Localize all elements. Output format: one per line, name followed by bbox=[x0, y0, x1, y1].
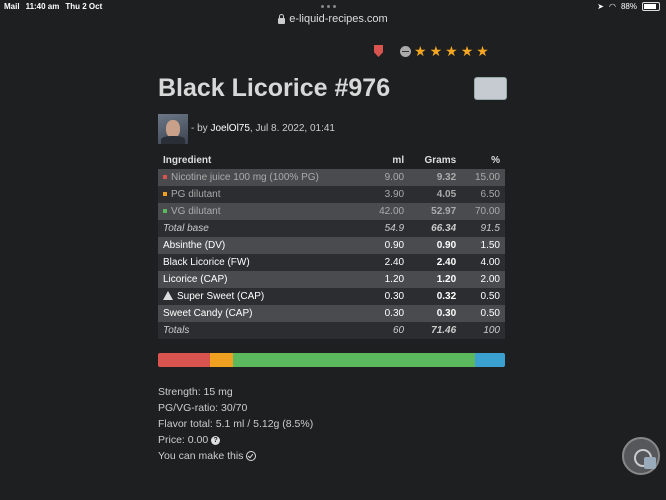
ingredient-name: PG dilutant bbox=[171, 189, 221, 200]
star-icon[interactable]: ★ bbox=[445, 44, 458, 58]
ingredient-pct: 70.00 bbox=[474, 206, 500, 217]
header-ingredient: Ingredient bbox=[163, 155, 212, 166]
ingredient-grams: 66.34 bbox=[431, 223, 457, 234]
url-text: e-liquid-recipes.com bbox=[289, 13, 388, 25]
ingredient-name: VG dilutant bbox=[171, 206, 221, 217]
ingredient-ml: 2.40 bbox=[384, 257, 405, 268]
minus-circle-icon[interactable] bbox=[400, 45, 411, 57]
flavor-name[interactable]: Sweet Candy (CAP) bbox=[158, 305, 365, 322]
recipe-actions: ★ ★ ★ ★ ★ bbox=[374, 44, 489, 58]
flavor-name[interactable]: Licorice (CAP) bbox=[158, 271, 365, 288]
address-bar[interactable]: e-liquid-recipes.com bbox=[0, 10, 666, 28]
table-row: Sweet Candy (CAP) 0.30 0.30 0.50 bbox=[158, 305, 505, 322]
strength-text: Strength: 15 mg bbox=[158, 386, 233, 398]
vg-color-icon bbox=[163, 209, 167, 214]
nicotine-color-icon bbox=[163, 175, 167, 180]
ingredient-grams: 52.97 bbox=[431, 206, 457, 217]
ingredient-name: Total base bbox=[163, 223, 209, 234]
ingredient-ml: 9.00 bbox=[384, 172, 405, 183]
star-icon[interactable]: ★ bbox=[430, 44, 443, 58]
ingredient-ml: 60 bbox=[392, 325, 405, 336]
composition-segment-nicotine bbox=[158, 353, 211, 367]
ingredients-table: Ingredient ml Grams % Nicotine juice 100… bbox=[158, 152, 505, 339]
table-row: VG dilutant 42.00 52.97 70.00 bbox=[158, 203, 505, 220]
composition-bar bbox=[158, 353, 505, 367]
flavor-name[interactable]: Super Sweet (CAP) bbox=[177, 291, 264, 302]
lock-icon bbox=[278, 13, 286, 24]
byline: - by JoelOl75, Jul 8. 2022, 01:41 bbox=[191, 123, 335, 134]
ingredient-grams: 71.46 bbox=[431, 325, 457, 336]
ingredient-name: Nicotine juice 100 mg (100% PG) bbox=[171, 172, 319, 183]
ingredient-pct: 91.5 bbox=[480, 223, 500, 234]
ingredient-pct: 100 bbox=[483, 325, 500, 336]
table-header-row: Ingredient ml Grams % bbox=[158, 152, 505, 169]
ingredient-grams: 4.05 bbox=[436, 189, 457, 200]
ingredient-ml: 42.00 bbox=[379, 206, 405, 217]
ingredient-grams: 0.30 bbox=[436, 308, 457, 319]
author-link[interactable]: JoelOl75 bbox=[210, 123, 249, 134]
check-circle-icon bbox=[246, 451, 257, 462]
table-row: Nicotine juice 100 mg (100% PG) 9.00 9.3… bbox=[158, 169, 505, 186]
byline-prefix: - by bbox=[191, 123, 208, 134]
table-row: Super Sweet (CAP) 0.30 0.32 0.50 bbox=[158, 288, 505, 305]
table-row: Absinthe (DV) 0.90 0.90 1.50 bbox=[158, 237, 505, 254]
ingredient-name: Totals bbox=[163, 325, 190, 336]
star-icon[interactable]: ★ bbox=[461, 44, 474, 58]
table-row: PG dilutant 3.90 4.05 6.50 bbox=[158, 186, 505, 203]
composition-segment-vg bbox=[232, 353, 476, 367]
help-icon[interactable]: ? bbox=[211, 435, 221, 445]
ingredient-grams: 0.90 bbox=[436, 240, 457, 251]
action-button[interactable] bbox=[474, 77, 507, 100]
ingredient-ml: 3.90 bbox=[384, 189, 405, 200]
flavor-name[interactable]: Absinthe (DV) bbox=[158, 237, 365, 254]
header-pct: % bbox=[491, 155, 500, 166]
table-row: Licorice (CAP) 1.20 1.20 2.00 bbox=[158, 271, 505, 288]
ingredient-pct: 2.00 bbox=[480, 274, 500, 285]
ingredient-pct: 15.00 bbox=[474, 172, 500, 183]
ingredient-pct: 1.50 bbox=[480, 240, 500, 251]
recipe-info: Strength: 15 mg PG/VG-ratio: 30/70 Flavo… bbox=[158, 384, 313, 464]
star-icon[interactable]: ★ bbox=[414, 44, 427, 58]
ingredient-grams: 0.32 bbox=[436, 291, 457, 302]
ingredient-ml: 0.30 bbox=[384, 308, 405, 319]
flag-icon[interactable] bbox=[374, 45, 383, 57]
ingredient-pct: 6.50 bbox=[480, 189, 500, 200]
navigation-icon[interactable] bbox=[622, 437, 660, 475]
header-grams: Grams bbox=[424, 155, 457, 166]
can-make-text: You can make this bbox=[158, 450, 244, 462]
composition-segment-flavor bbox=[475, 353, 505, 367]
totals-row: Totals 60 71.46 100 bbox=[158, 322, 505, 339]
ingredient-grams: 9.32 bbox=[436, 172, 457, 183]
ingredient-ml: 54.9 bbox=[384, 223, 405, 234]
ingredient-grams: 2.40 bbox=[436, 257, 457, 268]
ingredient-ml: 1.20 bbox=[384, 274, 405, 285]
pg-color-icon bbox=[163, 192, 167, 197]
flavor-total-text: Flavor total: 5.1 ml / 5.12g (8.5%) bbox=[158, 418, 314, 430]
total-base-row: Total base 54.9 66.34 91.5 bbox=[158, 220, 505, 237]
ingredient-ml: 0.90 bbox=[384, 240, 405, 251]
recipe-title: Black Licorice #976 bbox=[158, 74, 391, 102]
ingredient-ml: 0.30 bbox=[384, 291, 405, 302]
star-icon[interactable]: ★ bbox=[476, 44, 489, 58]
price-text: Price: 0.00 bbox=[158, 434, 209, 446]
ingredient-pct: 0.50 bbox=[480, 308, 500, 319]
flavor-name[interactable]: Black Licorice (FW) bbox=[158, 254, 365, 271]
table-row: Black Licorice (FW) 2.40 2.40 4.00 bbox=[158, 254, 505, 271]
publish-date: , Jul 8. 2022, 01:41 bbox=[249, 123, 335, 134]
composition-segment-pg bbox=[210, 353, 233, 367]
multitask-dots-icon[interactable] bbox=[321, 5, 336, 8]
ratio-text: PG/VG-ratio: 30/70 bbox=[158, 402, 248, 414]
warning-icon bbox=[163, 291, 173, 300]
ingredient-grams: 1.20 bbox=[436, 274, 457, 285]
ingredient-pct: 0.50 bbox=[480, 291, 500, 302]
header-ml: ml bbox=[392, 155, 405, 166]
ingredient-pct: 4.00 bbox=[480, 257, 500, 268]
avatar[interactable] bbox=[158, 114, 188, 144]
